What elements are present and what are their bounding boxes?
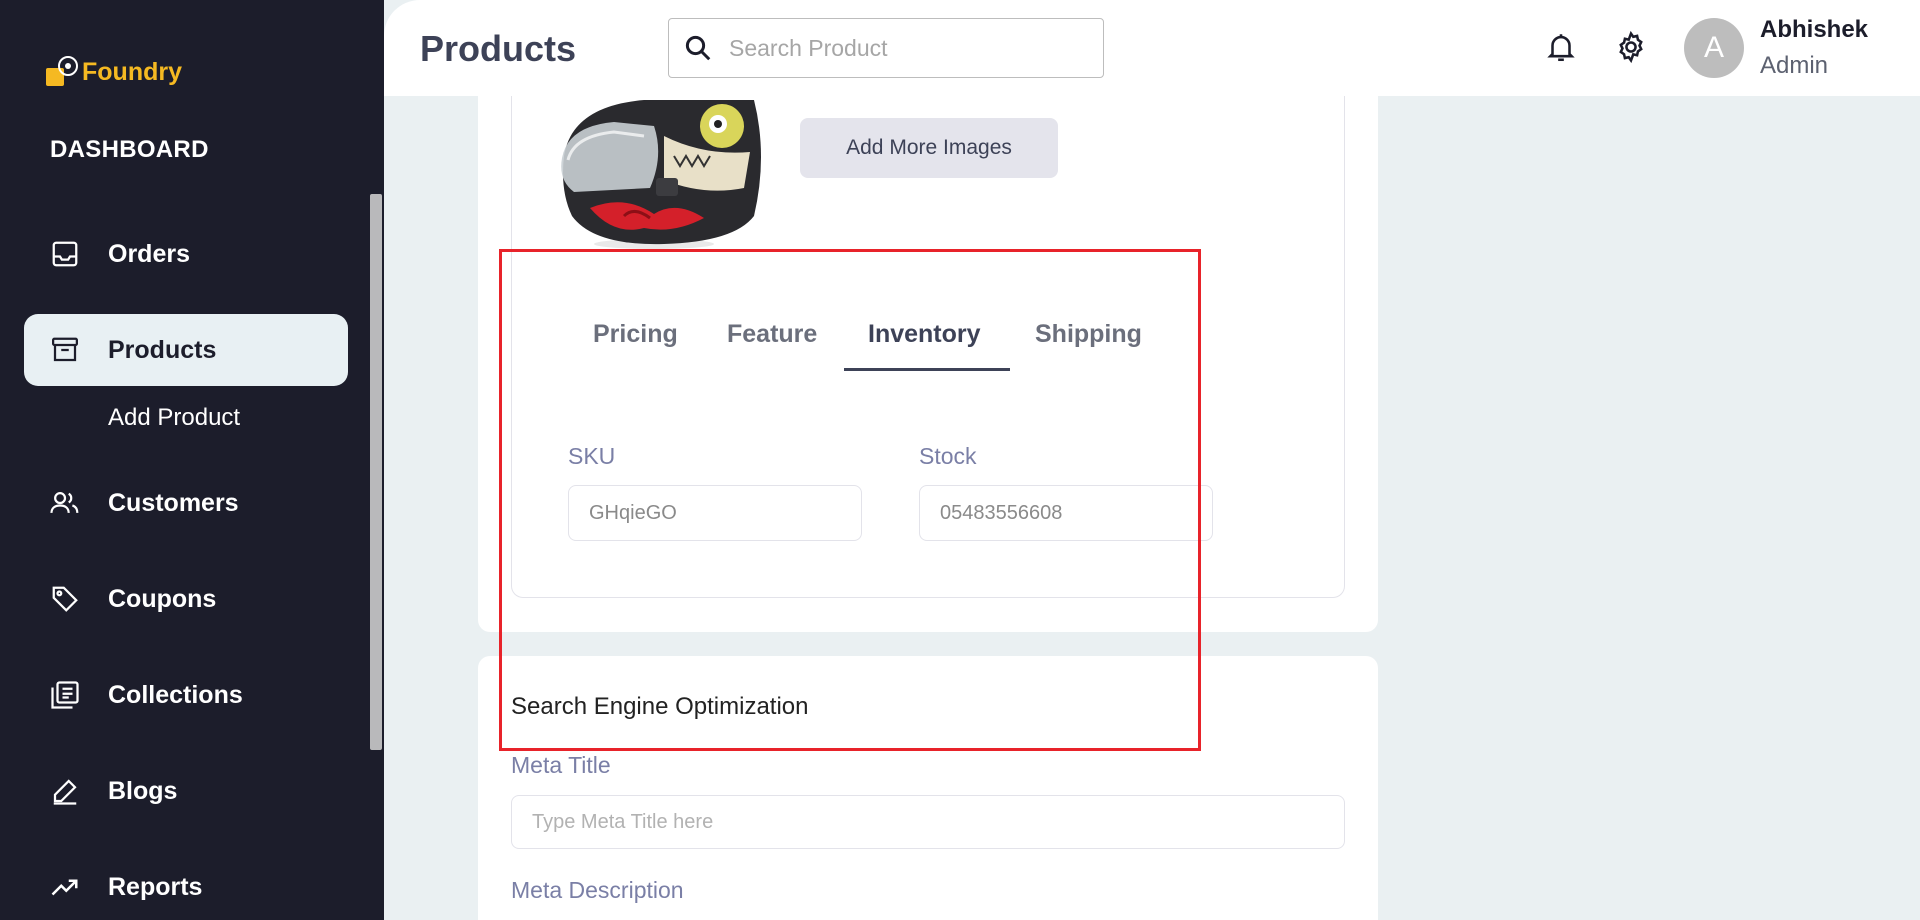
sidebar-item-label: Orders: [108, 239, 190, 268]
sidebar-item-label: Collections: [108, 680, 243, 709]
gear-icon[interactable]: [1614, 30, 1648, 64]
sidebar-item-orders[interactable]: Orders: [24, 218, 348, 290]
stock-label: Stock: [919, 443, 977, 469]
sku-label: SKU: [568, 443, 616, 469]
active-tab-indicator: [844, 368, 1010, 371]
library-icon: [48, 678, 82, 712]
sidebar-scrollbar[interactable]: [370, 194, 382, 750]
meta-description-label: Meta Description: [511, 877, 684, 903]
sidebar-item-label: Customers: [108, 488, 239, 517]
user-name: Abhishek: [1760, 16, 1869, 43]
archive-icon: [48, 333, 82, 367]
sidebar-subitem-add-product[interactable]: Add Product: [108, 404, 240, 432]
sidebar-item-coupons[interactable]: Coupons: [24, 563, 348, 635]
pen-icon: [48, 774, 82, 808]
tab-feature[interactable]: Feature: [727, 320, 817, 349]
logo-icon: [44, 54, 80, 90]
people-icon: [48, 486, 82, 520]
avatar[interactable]: A: [1684, 18, 1744, 78]
stock-field[interactable]: [919, 485, 1213, 541]
meta-title-input[interactable]: [511, 795, 1345, 849]
sidebar-item-reports[interactable]: Reports: [24, 851, 348, 920]
sidebar-item-blogs[interactable]: Blogs: [24, 755, 348, 827]
sidebar: Foundry DASHBOARD Orders Products Add Pr…: [0, 0, 384, 920]
top-header: Products A Abhishek Admin: [384, 0, 1920, 96]
sidebar-item-customers[interactable]: Customers: [24, 467, 348, 539]
search-input[interactable]: [729, 34, 1069, 62]
trending-up-icon: [48, 870, 82, 904]
bell-icon[interactable]: [1544, 30, 1578, 64]
brand-logo[interactable]: Foundry: [44, 54, 182, 90]
tag-icon: [48, 582, 82, 616]
sidebar-item-products[interactable]: Products: [24, 314, 348, 386]
sidebar-section-title: DASHBOARD: [50, 136, 209, 163]
sidebar-item-label: Coupons: [108, 584, 217, 613]
inbox-icon: [48, 237, 82, 271]
sidebar-item-label: Blogs: [108, 776, 178, 805]
page-title: Products: [420, 28, 577, 69]
sidebar-item-label: Reports: [108, 872, 203, 901]
tab-shipping[interactable]: Shipping: [1035, 320, 1142, 349]
meta-title-label: Meta Title: [511, 752, 611, 778]
tab-pricing[interactable]: Pricing: [593, 320, 678, 349]
seo-section-title: Search Engine Optimization: [511, 693, 809, 720]
sidebar-item-collections[interactable]: Collections: [24, 659, 348, 731]
search-box[interactable]: [668, 18, 1104, 78]
user-role: Admin: [1760, 52, 1829, 79]
sidebar-item-label: Products: [108, 335, 217, 364]
brand-name: Foundry: [82, 57, 182, 86]
sku-field[interactable]: [568, 485, 862, 541]
tab-inventory[interactable]: Inventory: [868, 320, 981, 349]
search-icon: [683, 33, 713, 63]
